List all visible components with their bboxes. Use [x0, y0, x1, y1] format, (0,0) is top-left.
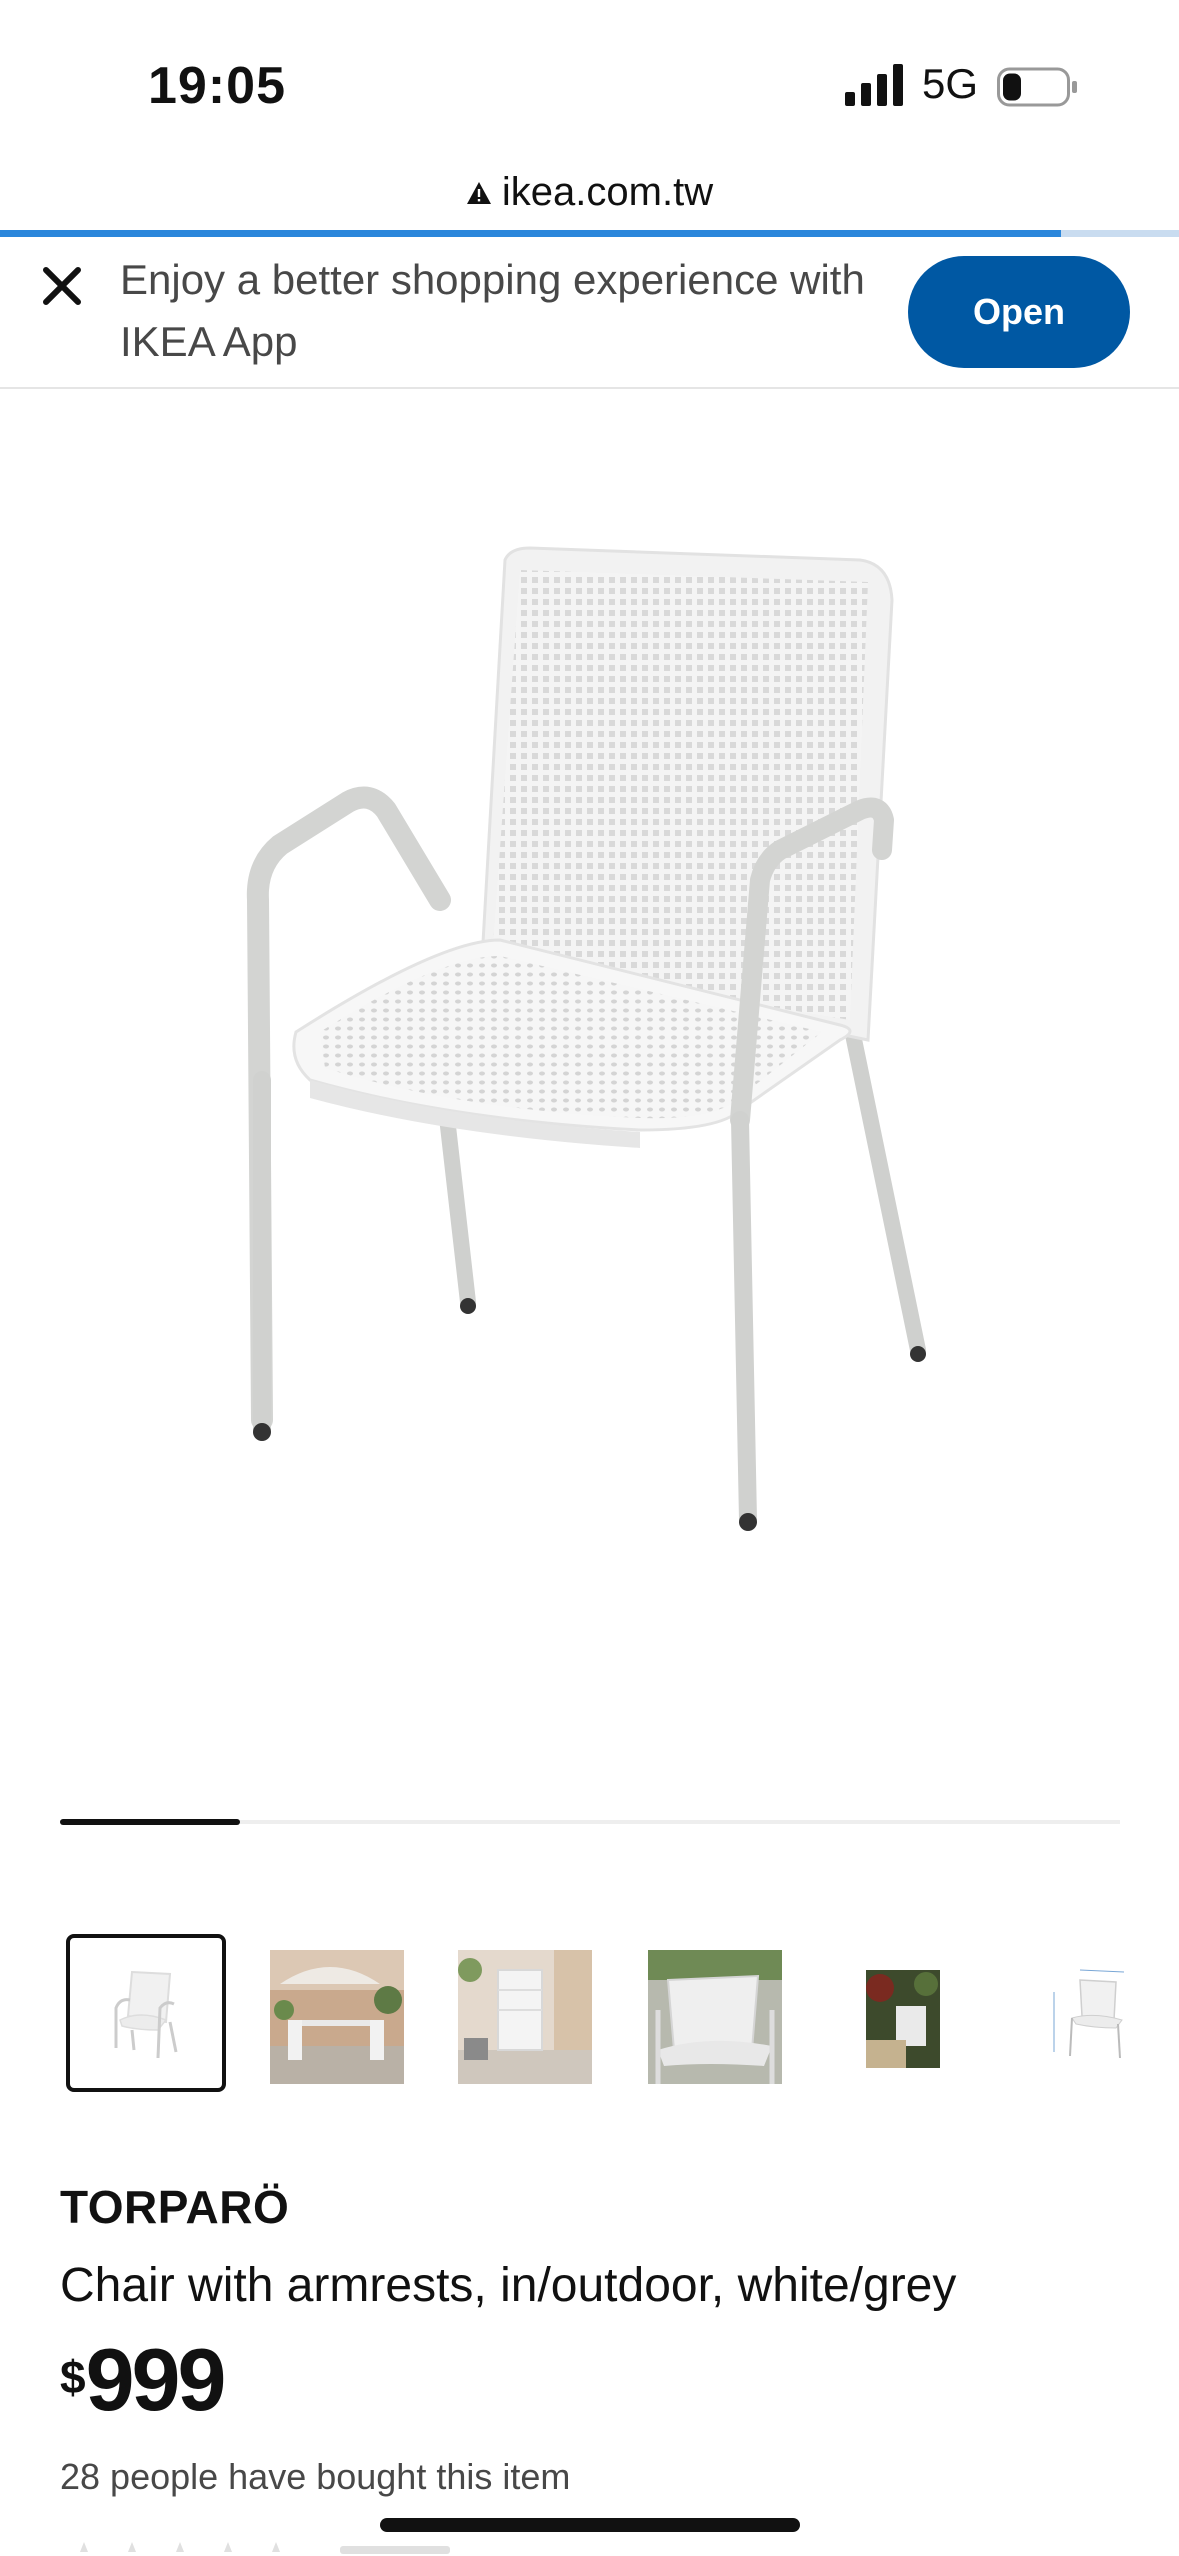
thumbnail-dimension-drawing[interactable]	[1040, 1962, 1164, 2068]
thumbnail-garden-scene[interactable]	[866, 1970, 940, 2068]
battery-icon	[997, 67, 1077, 107]
product-image[interactable]	[200, 520, 980, 1640]
warning-icon	[466, 181, 491, 204]
signal-icon	[845, 64, 903, 106]
thumbnail-patio-scene[interactable]	[270, 1950, 404, 2084]
thumbnail-stacked-chairs[interactable]	[458, 1950, 592, 2084]
home-indicator[interactable]	[380, 2518, 800, 2532]
product-description: Chair with armrests, in/outdoor, white/g…	[60, 2259, 957, 2312]
rating-stars-icon[interactable]	[70, 2536, 470, 2556]
gallery-scrollbar[interactable]	[60, 1819, 1120, 1825]
page-load-progress	[0, 230, 1179, 237]
purchase-count: 28 people have bought this item	[60, 2456, 571, 2497]
address-bar[interactable]: ikea.com.tw	[0, 170, 1179, 230]
price-currency: $	[60, 2351, 86, 2403]
price-value: 999	[85, 2330, 227, 2429]
gallery-scrollbar-thumb[interactable]	[60, 1819, 241, 1825]
close-icon[interactable]	[36, 260, 88, 312]
open-app-button[interactable]: Open	[908, 256, 1130, 368]
page-load-progress-fill	[0, 230, 1062, 237]
url-text: ikea.com.tw	[501, 170, 714, 214]
product-price: $ 999	[60, 2330, 227, 2429]
thumbnail-chair-front[interactable]	[66, 1934, 226, 2092]
product-name: TORPARÖ	[60, 2181, 290, 2233]
app-banner-message: Enjoy a better shopping experience with …	[120, 256, 865, 365]
status-time: 19:05	[148, 57, 286, 115]
status-bar: 19:05 5G	[0, 0, 1179, 170]
network-type: 5G	[922, 60, 979, 107]
thumbnail-chair-closeup[interactable]	[648, 1950, 782, 2084]
thumbnail-strip	[0, 1934, 1179, 2104]
